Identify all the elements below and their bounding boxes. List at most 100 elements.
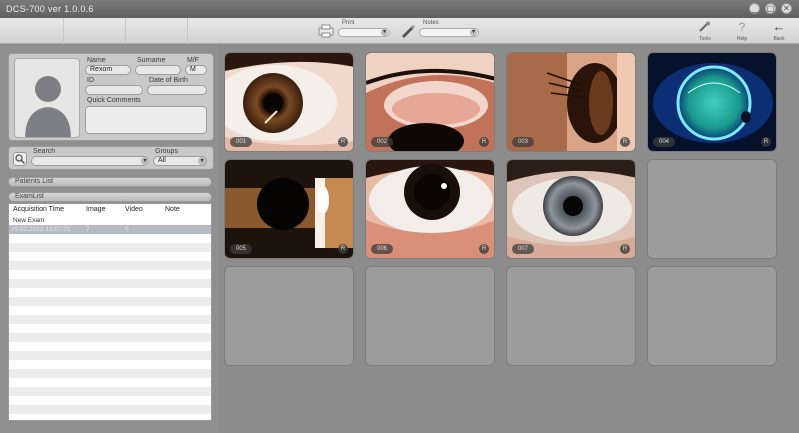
print-dropdown[interactable]: ▾ [338,28,390,37]
empty-row [9,288,211,297]
image-thumbnail[interactable]: 001 R [224,52,354,152]
empty-row [9,324,211,333]
video-count-cell: 0 [125,226,129,233]
surname-label: Surname [137,57,166,64]
chevron-down-icon: ▾ [198,157,206,165]
print-label: Print [342,20,355,26]
sex-label: M/F [187,57,200,64]
notes-dropdown[interactable]: ▾ [419,28,479,37]
empty-row [9,315,211,324]
empty-image-slot[interactable] [506,266,636,366]
quick-comments-label: Quick Comments [87,97,141,104]
tools-label: Tools [699,36,711,42]
eye-side-badge: R [338,244,348,254]
back-arrow-icon: ← [772,19,786,34]
column-header[interactable]: Acquisition Time [13,206,64,213]
chevron-down-icon: ▾ [381,29,388,36]
image-number-badge: 006 [371,244,393,254]
image-thumbnail[interactable]: 002 R [365,52,495,152]
empty-row [9,279,211,288]
avatar [14,58,80,138]
close-button[interactable]: ✕ [781,3,792,14]
empty-image-slot[interactable] [365,266,495,366]
new-exam-row[interactable]: New Exam [9,216,211,225]
dob-field[interactable] [147,85,207,95]
app-title: DCS-700 ver 1.0.0.6 [6,4,94,14]
image-thumbnail[interactable]: 006 R [365,159,495,259]
toolbar: Print ▾ Notes ▾ Tools ? Help ← Back [0,18,799,44]
print-icon[interactable] [318,24,334,38]
toolbar-cell [126,18,188,44]
exam-list-header[interactable]: ExamList [8,192,212,202]
image-number-badge: 001 [230,137,252,147]
image-number-badge: 007 [512,244,534,254]
id-label: ID [87,77,94,84]
empty-row [9,270,211,279]
image-count-cell: 7 [86,226,90,233]
image-thumbnail[interactable]: 004 R [647,52,777,152]
help-icon: ? [738,20,746,34]
minimize-button[interactable]: _ [749,3,760,14]
id-field[interactable] [85,85,143,95]
image-thumbnail[interactable]: 003 R [506,52,636,152]
search-card: Search ▾ Groups All ▾ [8,146,214,170]
surname-field[interactable] [135,65,181,75]
acquisition-time-cell: 29.02.2022 13:07:01 [11,226,71,233]
empty-image-slot[interactable] [647,159,777,259]
image-thumbnail[interactable]: 007 R [506,159,636,259]
notes-pen-icon[interactable] [400,24,416,38]
back-button[interactable]: ← Back [766,19,792,43]
empty-row [9,405,211,414]
empty-image-slot[interactable] [224,266,354,366]
title-bar: DCS-700 ver 1.0.0.6 _ ▢ ✕ [0,0,799,18]
eye-side-badge: R [338,137,348,147]
image-number-badge: 002 [371,137,393,147]
patients-list-header[interactable]: Patients List [8,177,212,187]
name-field[interactable]: Rexom [85,65,131,75]
image-number-badge: 004 [653,137,675,147]
search-input[interactable] [31,156,149,166]
image-thumbnail[interactable]: 005 R [224,159,354,259]
empty-row [9,243,211,252]
sex-field[interactable]: M [185,65,207,75]
table-row[interactable]: 29.02.2022 13:07:01 7 0 [9,225,211,234]
quick-comments-field[interactable] [85,106,207,134]
dob-label: Date of Birth [149,77,188,84]
help-button[interactable]: ? Help [729,20,755,42]
image-number-badge: 005 [230,244,252,254]
help-label: Help [736,36,748,42]
search-label: Search [33,148,56,155]
new-exam-label: New Exam [13,217,45,224]
column-header[interactable]: Video [125,206,143,213]
empty-row [9,252,211,261]
empty-image-slot[interactable] [647,266,777,366]
patient-card: Name Rexom Surname M/F M ID Date of Birt… [8,53,214,141]
chevron-down-icon: ▾ [470,29,477,36]
person-silhouette-icon [25,76,71,137]
groups-label: Groups [155,148,178,155]
image-number-badge: 003 [512,137,534,147]
eye-side-badge: R [479,244,489,254]
maximize-button[interactable]: ▢ [765,3,776,14]
empty-row [9,360,211,369]
empty-row [9,387,211,396]
empty-row [9,261,211,270]
column-header[interactable]: Image [86,206,105,213]
empty-row [9,306,211,315]
tools-button[interactable]: Tools [692,20,718,42]
back-label: Back [773,36,785,42]
empty-row [9,342,211,351]
column-header[interactable]: Note [165,206,180,213]
toolbar-cell [0,18,64,44]
toolbar-cell [64,18,126,44]
chevron-down-icon: ▾ [141,157,149,165]
exam-list-table: Acquisition Time Image Video Note New Ex… [8,203,212,421]
search-icon[interactable] [13,152,27,166]
empty-row [9,297,211,306]
empty-row [9,396,211,405]
empty-row [9,378,211,387]
notes-label: Notes [423,20,439,26]
empty-row [9,351,211,360]
tools-icon [699,21,710,32]
eye-side-badge: R [761,137,771,147]
